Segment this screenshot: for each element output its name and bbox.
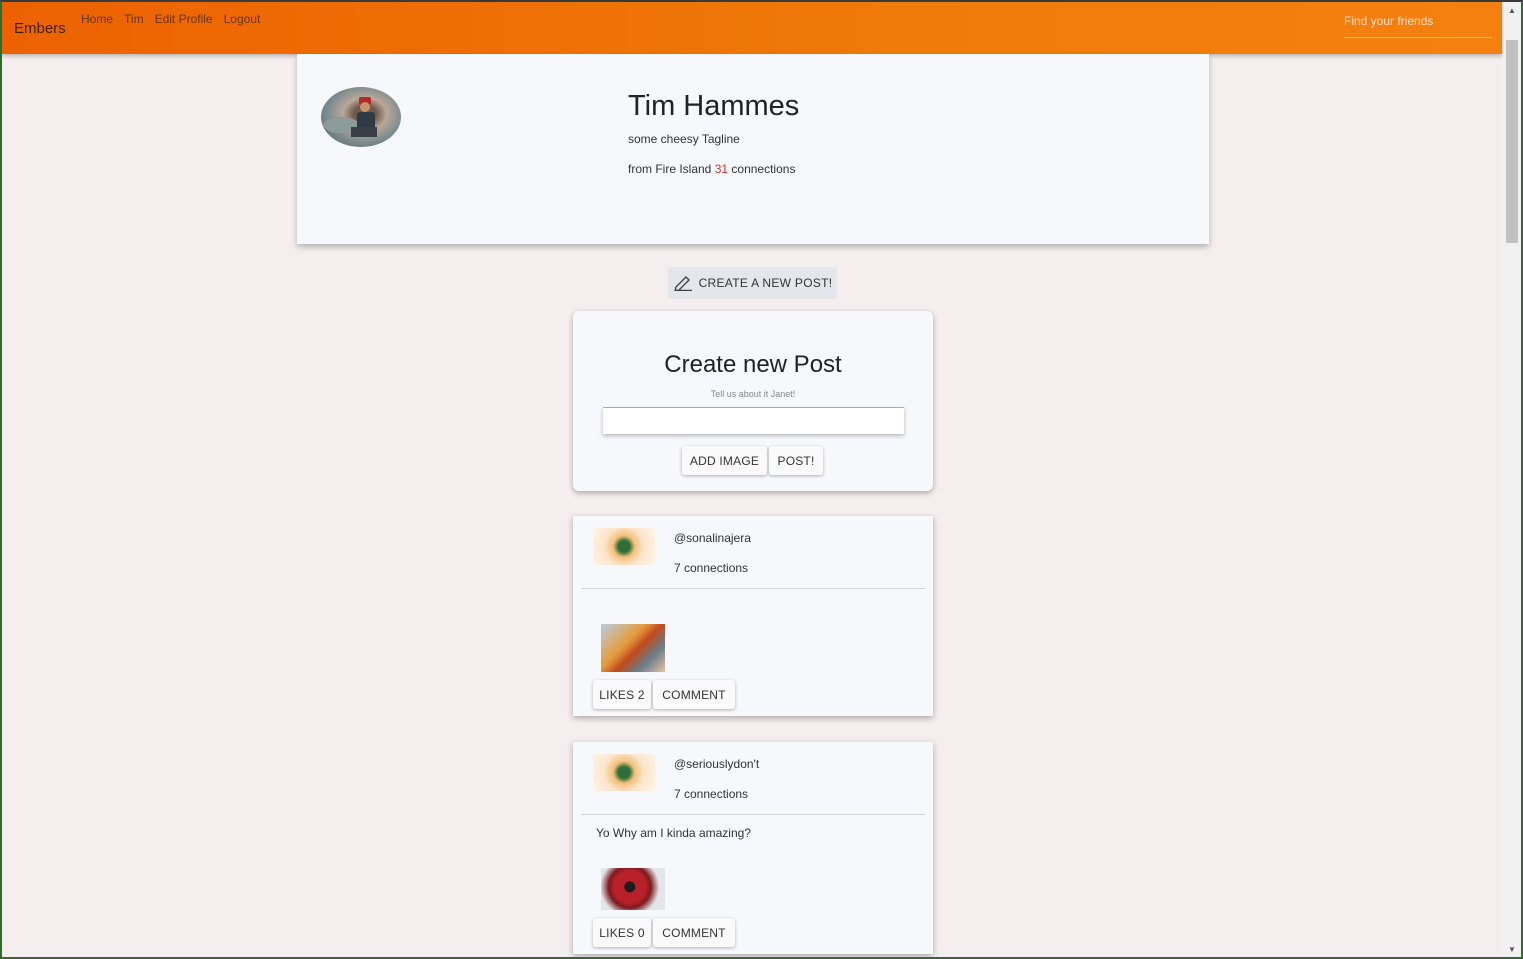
post-author-connections: 7 connections [674,561,749,575]
post-divider [581,588,925,589]
create-new-post-button[interactable]: CREATE A NEW POST! [668,267,837,299]
create-new-post-label: CREATE A NEW POST! [698,276,833,290]
profile-location: from Fire Island [628,162,712,176]
friend-search-input[interactable] [1344,10,1492,32]
post-submit-button[interactable]: POST! [769,446,823,475]
profile-card: Tim Hammes some cheesy Tagline from Fire… [297,54,1209,244]
post-author-handle[interactable]: @sonalinajera [674,531,751,545]
nav-link-home[interactable]: Home [81,12,113,26]
scroll-down-arrow-icon[interactable]: ▼ [1503,943,1521,957]
like-button[interactable]: LIKES 2 [593,680,651,709]
top-navbar: Embers Home Tim Edit Profile Logout [2,2,1502,54]
post-author-connections: 7 connections [674,787,749,801]
brand-logo[interactable]: Embers [14,20,66,37]
profile-name: Tim Hammes [628,90,800,122]
nav-link-logout[interactable]: Logout [224,12,261,26]
like-button[interactable]: LIKES 0 [593,918,651,947]
post-author-avatar[interactable] [593,754,655,791]
nav-link-profile[interactable]: Tim [124,12,144,26]
new-post-title: Create new Post [664,351,842,378]
post-body-text: Yo Why am I kinda amazing? [596,826,751,840]
profile-meta: from Fire Island 31 connections [628,162,795,176]
pencil-icon [673,273,693,294]
post-image[interactable] [601,624,665,672]
profile-avatar [321,87,401,147]
friend-search [1344,10,1492,38]
post-divider [581,814,925,815]
comment-button[interactable]: COMMENT [653,680,735,709]
new-post-text-input[interactable] [603,407,904,434]
scroll-up-arrow-icon[interactable]: ▲ [1503,4,1521,18]
comment-button[interactable]: COMMENT [653,918,735,947]
profile-tagline: some cheesy Tagline [628,132,740,146]
new-post-form: Create new Post Tell us about it Janet! … [573,311,933,491]
post-author-avatar[interactable] [593,528,655,565]
profile-connection-count[interactable]: 31 [715,162,728,176]
post-author-handle[interactable]: @seriouslydon't [674,757,759,771]
post-image[interactable] [601,868,665,910]
profile-connections-label: connections [731,162,796,176]
new-post-hint: Tell us about it Janet! [710,389,796,399]
scroll-thumb[interactable] [1506,40,1518,243]
nav-link-edit-profile[interactable]: Edit Profile [155,12,213,26]
add-image-button[interactable]: ADD IMAGE [682,446,767,475]
nav-links: Home Tim Edit Profile Logout [81,12,260,26]
feed-post: @seriouslydon't 7 connections Yo Why am … [573,742,933,954]
page-scrollbar[interactable]: ▲ ▼ [1503,2,1521,957]
feed-post: @sonalinajera 7 connections LIKES 2 COMM… [573,516,933,716]
